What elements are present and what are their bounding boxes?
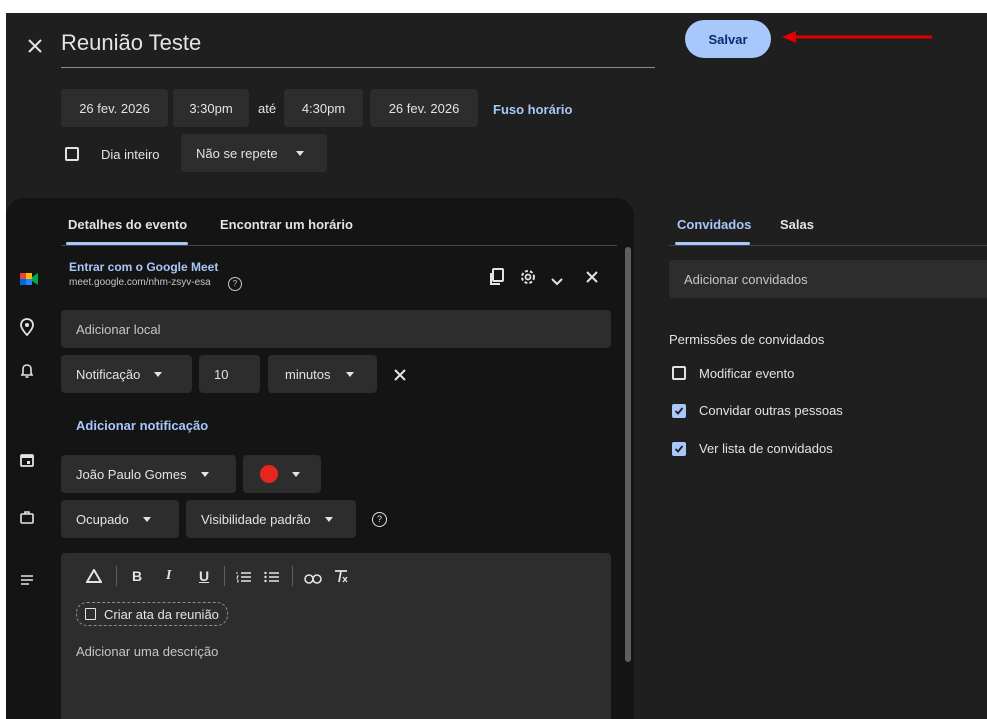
meeting-notes-label: Criar ata da reunião bbox=[104, 606, 219, 622]
add-notification-link[interactable]: Adicionar notificação bbox=[76, 418, 208, 433]
start-time-field[interactable]: 3:30pm bbox=[173, 89, 249, 127]
end-time-text: 4:30pm bbox=[301, 100, 346, 116]
end-time-field[interactable]: 4:30pm bbox=[284, 89, 363, 127]
permission-see-list-label: Ver lista de convidados bbox=[699, 441, 833, 456]
tabs-divider bbox=[61, 245, 617, 246]
chevron-down-icon bbox=[295, 150, 304, 156]
details-scrollbar[interactable] bbox=[625, 247, 631, 662]
join-meet-link[interactable]: Entrar com o Google Meet bbox=[69, 260, 218, 274]
tab-event-details[interactable]: Detalhes do evento bbox=[68, 217, 187, 232]
calendar-icon bbox=[20, 453, 34, 467]
meeting-notes-button[interactable]: Criar ata da reunião bbox=[76, 602, 228, 626]
chevron-down-icon bbox=[200, 471, 209, 477]
event-color-swatch bbox=[260, 465, 278, 483]
guests-tabs-divider bbox=[669, 245, 987, 246]
location-pin-icon bbox=[20, 318, 34, 337]
all-day-label: Dia inteiro bbox=[101, 147, 160, 162]
permission-invite-label: Convidar outras pessoas bbox=[699, 403, 843, 418]
save-button[interactable]: Salvar bbox=[685, 20, 771, 58]
visibility-select[interactable]: Visibilidade padrão bbox=[186, 500, 356, 538]
underline-icon[interactable]: U bbox=[199, 568, 209, 584]
guest-permissions-title: Permissões de convidados bbox=[669, 332, 825, 347]
notification-unit-value: minutos bbox=[285, 366, 331, 382]
chevron-down-icon bbox=[154, 371, 163, 377]
repeat-select[interactable]: Não se repete bbox=[181, 134, 327, 172]
end-date-text: 26 fev. 2026 bbox=[388, 100, 460, 116]
tab-guests[interactable]: Convidados bbox=[677, 217, 751, 232]
italic-icon[interactable]: I bbox=[166, 568, 171, 584]
timezone-link[interactable]: Fuso horário bbox=[493, 102, 572, 117]
help-icon[interactable]: ? bbox=[228, 277, 242, 291]
drive-icon[interactable] bbox=[85, 568, 103, 583]
chevron-down-icon bbox=[345, 371, 354, 377]
calendar-owner-value: João Paulo Gomes bbox=[76, 466, 187, 482]
toolbar-divider bbox=[292, 566, 293, 586]
all-day-checkbox[interactable] bbox=[65, 147, 79, 161]
permission-modify-checkbox[interactable] bbox=[672, 366, 686, 380]
notes-icon bbox=[85, 608, 96, 620]
visibility-value: Visibilidade padrão bbox=[201, 511, 311, 527]
toolbar-divider bbox=[224, 566, 225, 586]
notification-unit-select[interactable]: minutos bbox=[268, 355, 377, 393]
add-guests-input[interactable]: Adicionar convidados bbox=[669, 260, 987, 298]
location-placeholder: Adicionar local bbox=[76, 321, 161, 337]
briefcase-icon bbox=[20, 510, 34, 524]
permission-see-list-checkbox[interactable] bbox=[672, 442, 686, 456]
add-guests-placeholder: Adicionar convidados bbox=[684, 271, 808, 287]
start-date-text: 26 fev. 2026 bbox=[79, 100, 150, 116]
calendar-owner-select[interactable]: João Paulo Gomes bbox=[61, 455, 236, 493]
copy-icon[interactable] bbox=[489, 268, 505, 286]
visibility-help-icon[interactable]: ? bbox=[372, 512, 387, 527]
toolbar-divider bbox=[116, 566, 117, 586]
annotation-arrow bbox=[780, 29, 935, 45]
gear-icon[interactable] bbox=[519, 268, 537, 286]
event-color-select[interactable] bbox=[243, 455, 321, 493]
close-icon[interactable] bbox=[26, 37, 44, 55]
save-button-label: Salvar bbox=[708, 31, 748, 47]
clear-format-icon[interactable] bbox=[333, 569, 349, 583]
until-label: até bbox=[258, 101, 277, 116]
notification-type-select[interactable]: Notificação bbox=[61, 355, 192, 393]
availability-select[interactable]: Ocupado bbox=[61, 500, 179, 538]
tab-find-time[interactable]: Encontrar um horário bbox=[220, 217, 353, 232]
chevron-down-icon bbox=[142, 516, 151, 522]
permission-invite-checkbox[interactable] bbox=[672, 404, 686, 418]
google-meet-icon bbox=[20, 271, 38, 287]
event-title-text: Reunião Teste bbox=[61, 30, 202, 55]
permission-modify-label: Modificar evento bbox=[699, 366, 795, 381]
chevron-down-icon[interactable] bbox=[551, 273, 563, 286]
description-placeholder: Adicionar uma descrição bbox=[76, 644, 219, 659]
bell-icon bbox=[20, 363, 34, 379]
start-time-text: 3:30pm bbox=[189, 100, 233, 116]
event-edit-page: Reunião Teste Salvar 26 fev. 2026 3:30pm… bbox=[6, 13, 987, 719]
remove-meet-icon[interactable] bbox=[586, 270, 598, 283]
bold-icon[interactable]: B bbox=[132, 568, 142, 584]
location-input[interactable]: Adicionar local bbox=[61, 310, 611, 348]
tab-rooms[interactable]: Salas bbox=[780, 217, 814, 232]
checkmark-icon bbox=[674, 445, 684, 453]
link-icon[interactable] bbox=[304, 571, 322, 584]
chevron-down-icon bbox=[292, 471, 300, 477]
repeat-select-value: Não se repete bbox=[196, 145, 278, 161]
numbered-list-icon[interactable] bbox=[236, 570, 252, 583]
availability-value: Ocupado bbox=[76, 511, 129, 527]
end-date-field[interactable]: 26 fev. 2026 bbox=[370, 89, 478, 127]
notification-amount-value: 10 bbox=[214, 366, 229, 382]
event-title-input[interactable]: Reunião Teste bbox=[61, 27, 655, 68]
bulleted-list-icon[interactable] bbox=[264, 570, 280, 583]
meet-url: meet.google.com/nhm-zsyv-esa bbox=[69, 277, 211, 288]
chevron-down-icon bbox=[324, 516, 333, 522]
remove-notification-icon[interactable] bbox=[394, 368, 406, 381]
notification-amount-input[interactable]: 10 bbox=[199, 355, 260, 393]
description-icon bbox=[20, 573, 34, 585]
notification-type-value: Notificação bbox=[76, 366, 141, 382]
checkmark-icon bbox=[674, 407, 684, 415]
start-date-field[interactable]: 26 fev. 2026 bbox=[61, 89, 168, 127]
